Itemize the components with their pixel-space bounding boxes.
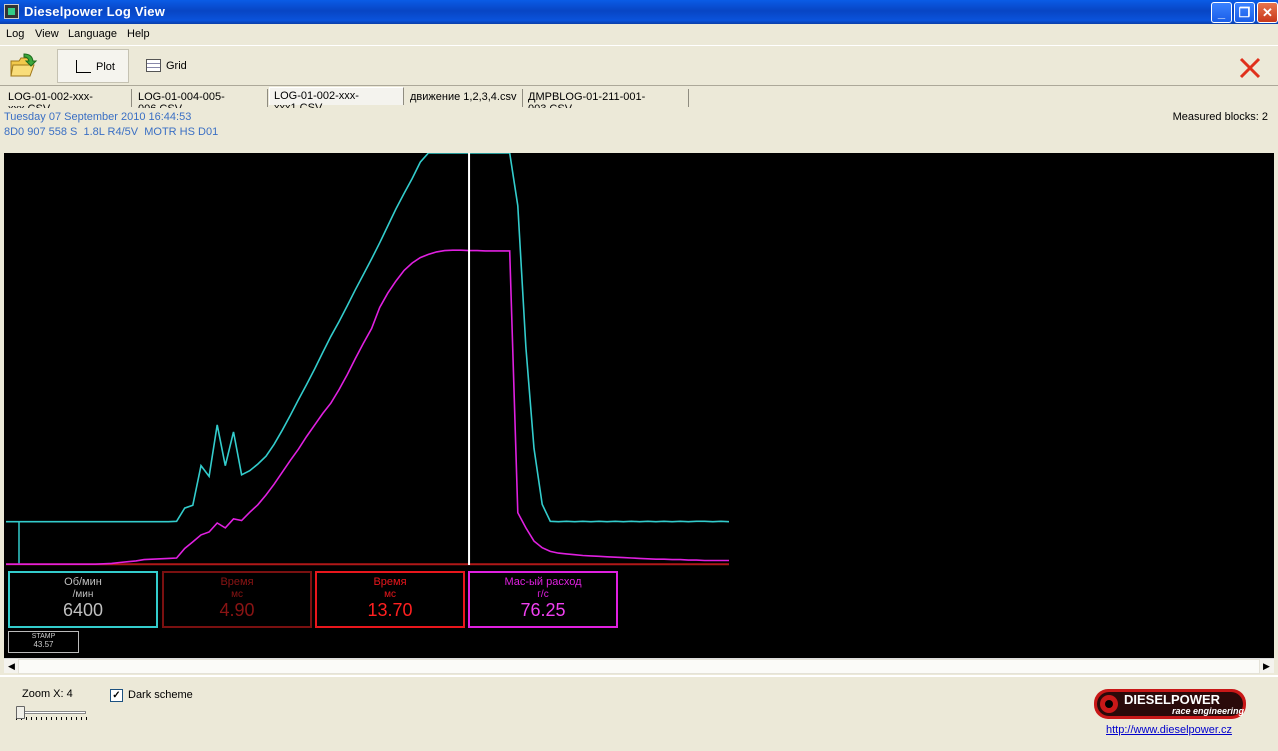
gauge-name: Время	[373, 576, 407, 588]
menu-bar: Log View Language Help	[0, 24, 1278, 44]
gauge-unit: /мин	[72, 589, 94, 600]
log-chart[interactable]	[4, 153, 1274, 569]
maximize-button[interactable]: ❐	[1234, 2, 1255, 23]
gauge-time-2[interactable]: Время мс 13.70	[315, 571, 465, 628]
logo-tagline: race engineering	[1172, 706, 1245, 716]
gauge-unit: г/с	[537, 589, 549, 600]
stamp-value: 43.57	[33, 640, 54, 649]
log-datetime: Tuesday 07 September 2010 16:44:53	[4, 111, 192, 123]
menu-log[interactable]: Log	[6, 28, 24, 40]
gauge-value: 4.90	[219, 600, 255, 620]
zoom-label: Zoom X: 4	[22, 688, 73, 700]
slider-knob[interactable]	[16, 706, 25, 719]
slider-ticks	[16, 717, 88, 720]
bottom-panel: Zoom X: 4 ✓ Dark scheme DIESELPOWER race…	[0, 675, 1278, 751]
open-folder-icon	[10, 53, 38, 77]
series-line-1	[6, 249, 729, 566]
window-title: Dieselpower Log View	[24, 4, 166, 19]
measured-blocks: Measured blocks: 2	[1172, 111, 1268, 123]
ecu-info: 8D0 907 558 S 1.8L R4/5V MOTR HS D01	[4, 126, 219, 138]
close-window-button[interactable]: ✕	[1257, 2, 1278, 23]
tab-log-01-004-005-006[interactable]: LOG-01-004-005-006.CSV	[134, 89, 268, 115]
scroll-right-arrow-icon[interactable]: ▶	[1260, 660, 1273, 673]
tab-log-01-002-xxx-xxx1[interactable]: LOG-01-002-xxx-xxx1.CSV	[269, 87, 404, 114]
zoom-slider[interactable]	[14, 703, 90, 723]
plot-icon	[76, 60, 91, 73]
plot-view-button[interactable]: Plot	[57, 49, 129, 83]
gauge-unit: мс	[231, 589, 243, 600]
minimize-button[interactable]: _	[1211, 2, 1232, 23]
menu-view[interactable]: View	[35, 28, 59, 40]
tab-dvizhenie[interactable]: движение 1,2,3,4.csv	[406, 89, 523, 107]
menu-help[interactable]: Help	[127, 28, 150, 40]
plot-area[interactable]: Об/мин /мин 6400 Время мс 4.90 Время мс …	[4, 153, 1274, 658]
gauge-name: Об/мин	[64, 576, 102, 588]
dark-scheme-checkbox[interactable]: ✓	[110, 689, 123, 702]
close-log-button[interactable]	[1238, 56, 1262, 80]
gauge-name: Мас-ый расход	[504, 576, 582, 588]
grid-button-label: Grid	[166, 60, 187, 72]
logo-brand: DIESELPOWER	[1124, 692, 1221, 707]
gauge-name: Время	[220, 576, 254, 588]
stamp-label: STAMP	[31, 633, 56, 640]
dark-scheme-label[interactable]: Dark scheme	[128, 689, 193, 701]
file-tabs: LOG-01-002-xxx-xxx.CSV LOG-01-004-005-00…	[0, 87, 1278, 115]
close-icon	[1239, 57, 1261, 79]
log-info: Tuesday 07 September 2010 16:44:53 8D0 9…	[0, 108, 1278, 152]
gauge-value: 76.25	[520, 600, 566, 620]
scroll-thumb[interactable]	[18, 659, 1260, 674]
tab-dmrvlog[interactable]: ДМРВLOG-01-211-001-003.CSV	[524, 89, 689, 115]
app-icon	[4, 4, 19, 19]
gauge-time-1[interactable]: Время мс 4.90	[162, 571, 312, 628]
open-log-button[interactable]	[8, 52, 38, 80]
stamp-box: STAMP 43.57	[8, 631, 79, 653]
tab-log-01-002-xxx-xxx[interactable]: LOG-01-002-xxx-xxx.CSV	[4, 89, 132, 115]
gauge-value: 6400	[62, 600, 104, 620]
slider-track	[16, 711, 86, 714]
gauge-rpm[interactable]: Об/мин /мин 6400	[8, 571, 158, 628]
gauge-mass-flow[interactable]: Мас-ый расход г/с 76.25	[468, 571, 618, 628]
gauge-unit: мс	[384, 589, 396, 600]
horizontal-scrollbar[interactable]: ◀ ▶	[4, 658, 1274, 674]
gauge-value: 13.70	[367, 600, 413, 620]
grid-view-button[interactable]: Grid	[140, 49, 200, 83]
website-link[interactable]: http://www.dieselpower.cz	[1106, 724, 1232, 736]
menu-language[interactable]: Language	[68, 28, 117, 40]
plot-button-label: Plot	[96, 61, 115, 73]
grid-icon	[146, 59, 161, 72]
title-bar: Dieselpower Log View _ ❐ ✕	[0, 0, 1278, 24]
scroll-left-arrow-icon[interactable]: ◀	[5, 660, 18, 673]
toolbar: Plot Grid	[0, 45, 1278, 86]
dieselpower-logo: DIESELPOWER race engineering	[1094, 689, 1246, 719]
